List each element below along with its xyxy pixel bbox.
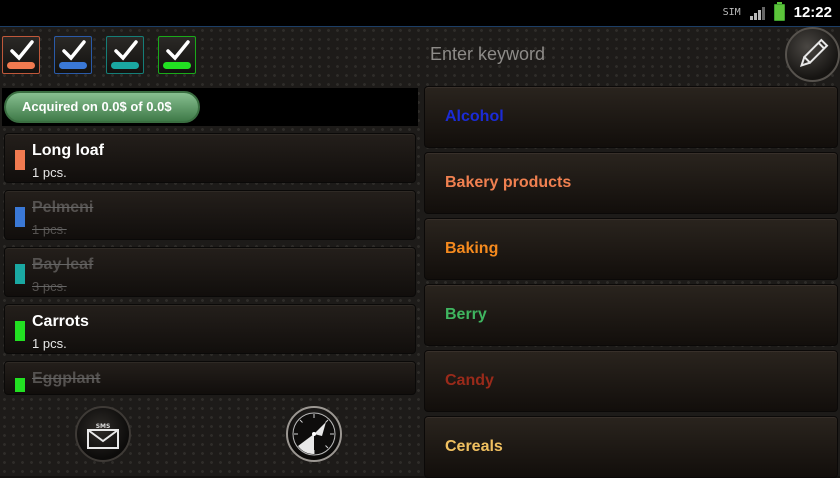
checkmark-icon [62,40,86,61]
battery-icon [773,2,785,21]
color-filter-orange[interactable] [2,36,40,74]
color-pill [163,62,191,69]
search-input[interactable] [428,40,732,68]
category-baking[interactable]: Baking [424,218,838,280]
signal-icon [749,6,765,20]
category-label: Bakery products [445,174,572,191]
color-marker [15,150,25,170]
list-item[interactable]: Pelmeni 1 pcs. [4,190,416,240]
color-pill [59,62,87,69]
item-quantity: 1 pcs. [32,165,67,180]
category-alcohol[interactable]: Alcohol [424,86,838,148]
item-name: Bay leaf [32,256,94,273]
summary-bar: Acquired on 0.0$ of 0.0$ [2,88,418,126]
checkmark-icon [114,40,138,61]
send-sms-button[interactable]: SMS [75,406,131,462]
sim-card-icon: SIM [722,6,741,18]
clock-button[interactable] [286,406,342,462]
color-pill [111,62,139,69]
category-cereals[interactable]: Cereals [424,416,838,478]
category-label: Alcohol [445,108,504,125]
list-item[interactable]: Long loaf 1 pcs. [4,133,416,183]
item-name: Long loaf [32,142,104,159]
color-filter-teal[interactable] [106,36,144,74]
item-name: Pelmeni [32,199,94,216]
color-pill [7,62,35,69]
category-label: Berry [445,306,487,323]
clock-dial-icon [292,412,336,456]
category-label: Cereals [445,438,503,455]
checkmark-icon [10,40,34,61]
item-quantity: 1 pcs. [32,222,67,237]
checkmark-icon [166,40,190,61]
item-name: Eggplant [32,370,101,387]
sms-label: SMS [96,423,111,430]
acquired-summary-text: Acquired on 0.0$ of 0.0$ [22,99,172,114]
status-bar: SIM 12:22 [0,0,840,27]
color-marker [15,321,25,341]
pencil-icon [799,38,829,68]
clock: 12:22 [793,4,832,21]
color-marker [15,207,25,227]
list-item[interactable]: Carrots 1 pcs. [4,304,416,354]
category-berry[interactable]: Berry [424,284,838,346]
item-quantity: 3 pcs. [32,279,67,294]
list-item[interactable]: Eggplant [4,361,416,395]
item-name: Carrots [32,313,89,330]
list-item[interactable]: Bay leaf 3 pcs. [4,247,416,297]
acquired-progress: Acquired on 0.0$ of 0.0$ [4,91,200,123]
sms-envelope-icon: SMS [87,423,119,449]
category-bakery-products[interactable]: Bakery products [424,152,838,214]
item-quantity: 1 pcs. [32,336,67,351]
color-marker [15,378,25,392]
color-marker [15,264,25,284]
category-label: Candy [445,372,494,389]
category-label: Baking [445,240,499,257]
edit-button[interactable] [785,27,840,82]
category-candy[interactable]: Candy [424,350,838,412]
color-filter-green[interactable] [158,36,196,74]
color-filter-blue[interactable] [54,36,92,74]
